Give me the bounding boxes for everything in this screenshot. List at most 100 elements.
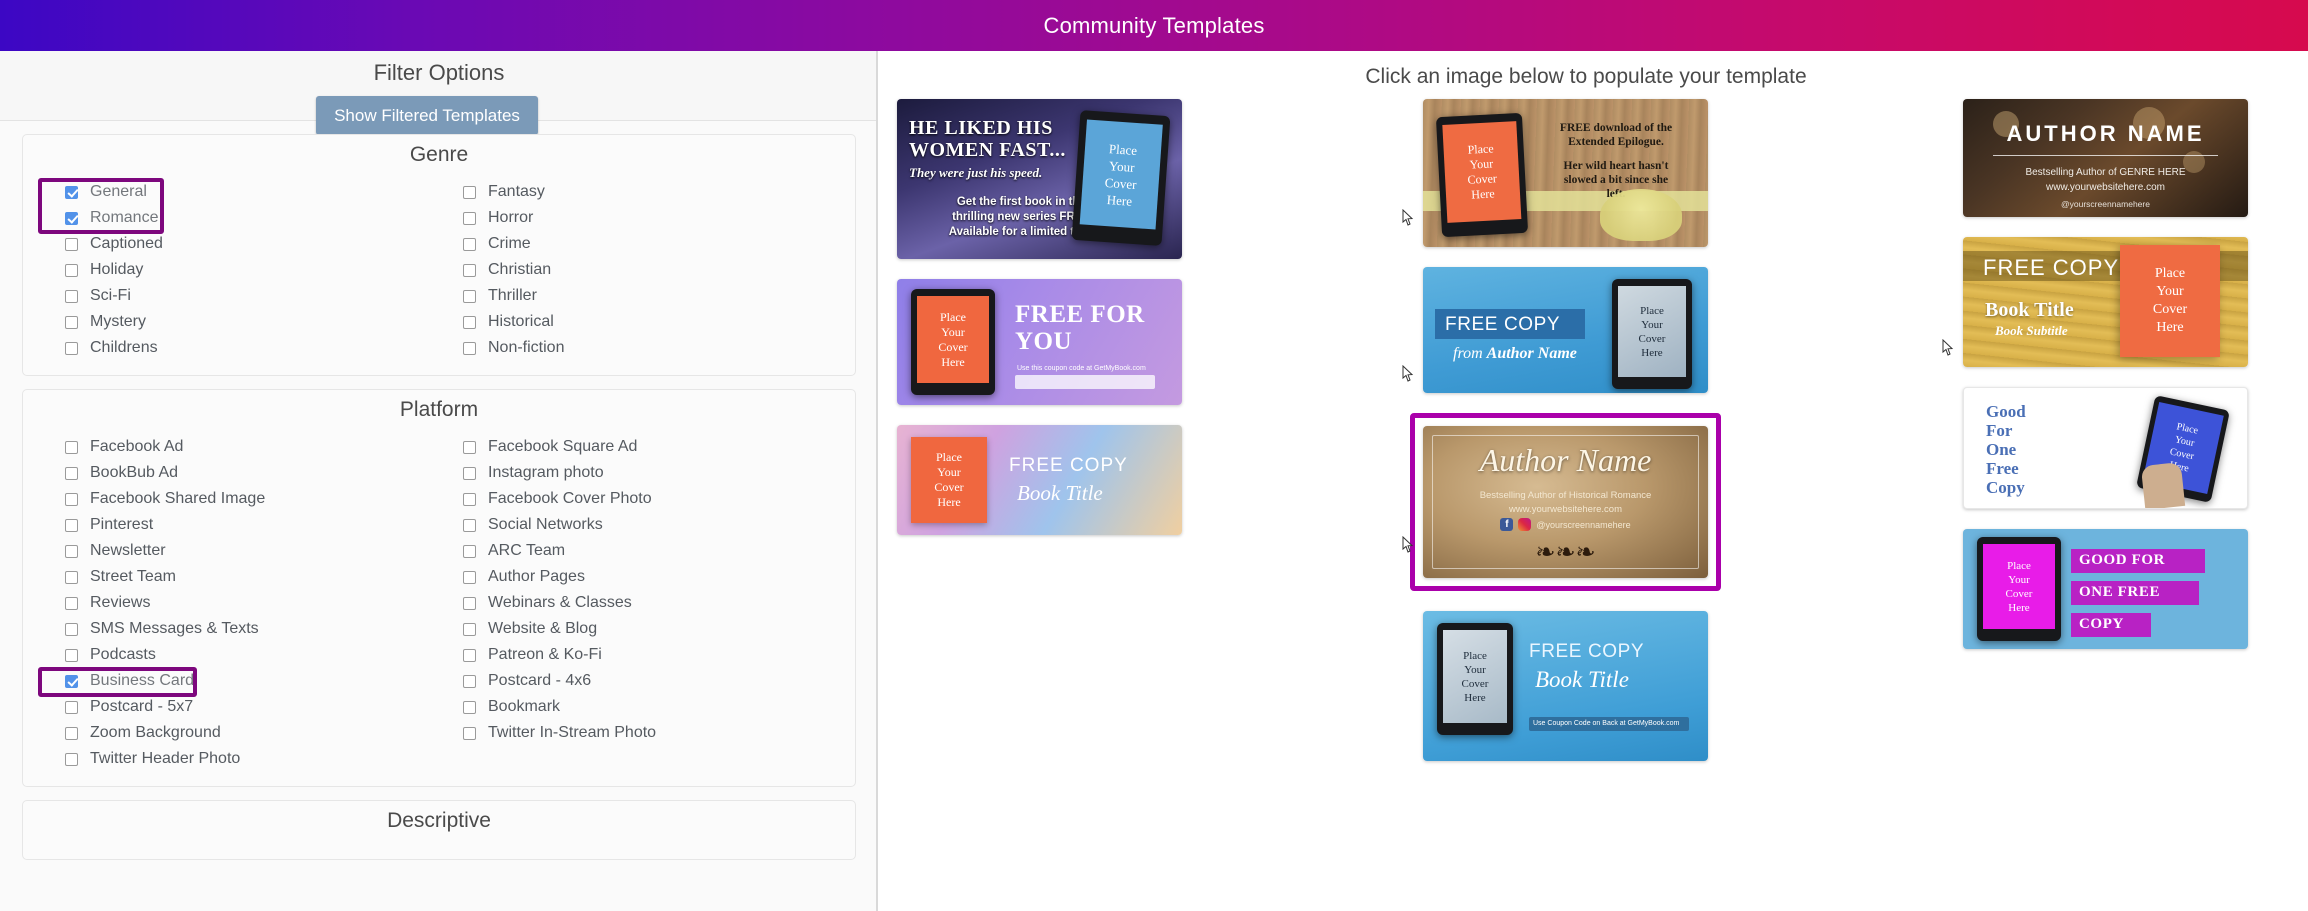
show-filtered-templates-button[interactable]: Show Filtered Templates bbox=[316, 96, 538, 135]
template-card-author-name-parchment-selected[interactable]: Author Name Bestselling Author of Histor… bbox=[1402, 413, 1721, 591]
checkbox-unchecked-icon[interactable] bbox=[65, 570, 78, 584]
checkbox-unchecked-icon[interactable] bbox=[65, 263, 78, 277]
checkbox-unchecked-icon[interactable] bbox=[65, 237, 78, 251]
checkbox-unchecked-icon[interactable] bbox=[65, 518, 78, 532]
checkbox-unchecked-icon[interactable] bbox=[65, 700, 78, 714]
checkbox-unchecked-icon[interactable] bbox=[463, 185, 476, 199]
checkbox-unchecked-icon[interactable] bbox=[463, 237, 476, 251]
checkbox-row-webinars-classes[interactable]: Webinars & Classes bbox=[439, 590, 837, 616]
checkbox-unchecked-icon[interactable] bbox=[463, 596, 476, 610]
checkbox-unchecked-icon[interactable] bbox=[463, 622, 476, 636]
checkbox-row-postcard-5x7[interactable]: Postcard - 5x7 bbox=[41, 694, 439, 720]
checkbox-unchecked-icon[interactable] bbox=[463, 674, 476, 688]
checkbox-row-bookbub-ad[interactable]: BookBub Ad bbox=[41, 460, 439, 486]
template-thumbnail[interactable]: HE LIKED HIS WOMEN FAST... They were just… bbox=[897, 99, 1182, 259]
checkbox-unchecked-icon[interactable] bbox=[463, 263, 476, 277]
checkbox-row-patreon-ko-fi[interactable]: Patreon & Ko-Fi bbox=[439, 642, 837, 668]
checkbox-row-horror[interactable]: Horror bbox=[439, 205, 837, 231]
checkbox-row-captioned[interactable]: Captioned bbox=[41, 231, 439, 257]
checkbox-unchecked-icon[interactable] bbox=[463, 518, 476, 532]
template-thumbnail[interactable]: Place Your Cover Here GOOD FOR ONE FREE COP… bbox=[1963, 529, 2248, 649]
checkbox-unchecked-icon[interactable] bbox=[65, 752, 78, 766]
checkbox-unchecked-icon[interactable] bbox=[65, 341, 78, 355]
checkbox-row-twitter-header-photo[interactable]: Twitter Header Photo bbox=[41, 746, 439, 772]
checkbox-unchecked-icon[interactable] bbox=[65, 440, 78, 454]
checkbox-row-general[interactable]: General bbox=[41, 179, 439, 205]
checkbox-row-christian[interactable]: Christian bbox=[439, 257, 837, 283]
checkbox-row-social-networks[interactable]: Social Networks bbox=[439, 512, 837, 538]
checkbox-row-street-team[interactable]: Street Team bbox=[41, 564, 439, 590]
checkbox-row-author-pages[interactable]: Author Pages bbox=[439, 564, 837, 590]
template-thumbnail[interactable]: GoodForOneFreeCopy PlaceYourCoverHere bbox=[1963, 387, 2248, 509]
template-card-free-copy-yellow-wood[interactable]: FREE COPY Book Title Book Subtitle Place… bbox=[1942, 237, 2248, 367]
checkbox-unchecked-icon[interactable] bbox=[463, 211, 476, 225]
template-thumbnail[interactable]: Place Your Cover Here FREE COPY Book Title … bbox=[1423, 611, 1708, 761]
checkbox-checked-icon[interactable] bbox=[65, 211, 78, 225]
checkbox-row-crime[interactable]: Crime bbox=[439, 231, 837, 257]
template-card-he-liked-his-women-fast[interactable]: HE LIKED HIS WOMEN FAST... They were just… bbox=[897, 99, 1182, 259]
template-card-free-copy-book-title-blue[interactable]: Place Your Cover Here FREE COPY Book Title … bbox=[1423, 611, 1708, 761]
checkbox-row-newsletter[interactable]: Newsletter bbox=[41, 538, 439, 564]
checkbox-row-pinterest[interactable]: Pinterest bbox=[41, 512, 439, 538]
template-thumbnail[interactable]: AUTHOR NAME Bestselling Author of GENRE … bbox=[1963, 99, 2248, 217]
checkbox-unchecked-icon[interactable] bbox=[463, 492, 476, 506]
checkbox-row-postcard-4x6[interactable]: Postcard - 4x6 bbox=[439, 668, 837, 694]
checkbox-row-thriller[interactable]: Thriller bbox=[439, 283, 837, 309]
template-thumbnail[interactable]: FREE COPY Book Title Book Subtitle Place… bbox=[1963, 237, 2248, 367]
checkbox-row-facebook-ad[interactable]: Facebook Ad bbox=[41, 434, 439, 460]
checkbox-row-facebook-cover-photo[interactable]: Facebook Cover Photo bbox=[439, 486, 837, 512]
checkbox-checked-icon[interactable] bbox=[65, 185, 78, 199]
checkbox-row-historical[interactable]: Historical bbox=[439, 309, 837, 335]
checkbox-unchecked-icon[interactable] bbox=[65, 315, 78, 329]
checkbox-row-facebook-square-ad[interactable]: Facebook Square Ad bbox=[439, 434, 837, 460]
checkbox-row-non-fiction[interactable]: Non-fiction bbox=[439, 335, 837, 361]
checkbox-unchecked-icon[interactable] bbox=[463, 544, 476, 558]
checkbox-unchecked-icon[interactable] bbox=[463, 466, 476, 480]
template-card-good-for-one-free-copy-blue[interactable]: Place Your Cover Here GOOD FOR ONE FREE COP… bbox=[1963, 529, 2248, 649]
checkbox-unchecked-icon[interactable] bbox=[65, 596, 78, 610]
checkbox-row-website-blog[interactable]: Website & Blog bbox=[439, 616, 837, 642]
checkbox-row-bookmark[interactable]: Bookmark bbox=[439, 694, 837, 720]
checkbox-unchecked-icon[interactable] bbox=[65, 544, 78, 558]
checkbox-row-fantasy[interactable]: Fantasy bbox=[439, 179, 837, 205]
checkbox-row-holiday[interactable]: Holiday bbox=[41, 257, 439, 283]
template-card-author-name-bokeh[interactable]: AUTHOR NAME Bestselling Author of GENRE … bbox=[1963, 99, 2248, 217]
checkbox-unchecked-icon[interactable] bbox=[65, 648, 78, 662]
checkbox-row-instagram-photo[interactable]: Instagram photo bbox=[439, 460, 837, 486]
checkbox-row-zoom-background[interactable]: Zoom Background bbox=[41, 720, 439, 746]
checkbox-row-sci-fi[interactable]: Sci-Fi bbox=[41, 283, 439, 309]
template-card-good-for-one-free-copy-white[interactable]: GoodForOneFreeCopy PlaceYourCoverHere bbox=[1963, 387, 2248, 509]
template-thumbnail[interactable]: FREE COPY from Author Name Place Your Cove… bbox=[1423, 267, 1708, 393]
checkbox-unchecked-icon[interactable] bbox=[65, 622, 78, 636]
checkbox-row-childrens[interactable]: Childrens bbox=[41, 335, 439, 361]
checkbox-checked-icon[interactable] bbox=[65, 674, 78, 688]
checkbox-unchecked-icon[interactable] bbox=[463, 289, 476, 303]
checkbox-row-sms-messages-texts[interactable]: SMS Messages & Texts bbox=[41, 616, 439, 642]
checkbox-unchecked-icon[interactable] bbox=[65, 726, 78, 740]
checkbox-unchecked-icon[interactable] bbox=[463, 341, 476, 355]
checkbox-row-mystery[interactable]: Mystery bbox=[41, 309, 439, 335]
checkbox-unchecked-icon[interactable] bbox=[463, 570, 476, 584]
checkbox-unchecked-icon[interactable] bbox=[463, 726, 476, 740]
checkbox-row-podcasts[interactable]: Podcasts bbox=[41, 642, 439, 668]
checkbox-unchecked-icon[interactable] bbox=[463, 700, 476, 714]
template-thumbnail[interactable]: Place Your Cover Here FREE download of the E… bbox=[1423, 99, 1708, 247]
template-card-free-for-you-purple[interactable]: Place Your Cover Here FREE FOR YOU Use this … bbox=[897, 279, 1182, 405]
checkbox-unchecked-icon[interactable] bbox=[65, 289, 78, 303]
checkbox-row-business-card[interactable]: Business Card bbox=[41, 668, 439, 694]
template-card-free-copy-watercolor[interactable]: Place Your Cover Here FREE COPY Book Title bbox=[897, 425, 1182, 535]
checkbox-unchecked-icon[interactable] bbox=[65, 466, 78, 480]
checkbox-unchecked-icon[interactable] bbox=[463, 440, 476, 454]
checkbox-row-facebook-shared-image[interactable]: Facebook Shared Image bbox=[41, 486, 439, 512]
checkbox-unchecked-icon[interactable] bbox=[65, 492, 78, 506]
checkbox-row-romance[interactable]: Romance bbox=[41, 205, 439, 231]
template-thumbnail[interactable]: Author Name Bestselling Author of Histor… bbox=[1423, 426, 1708, 578]
checkbox-unchecked-icon[interactable] bbox=[463, 648, 476, 662]
template-thumbnail[interactable]: Place Your Cover Here FREE COPY Book Title bbox=[897, 425, 1182, 535]
checkbox-row-arc-team[interactable]: ARC Team bbox=[439, 538, 837, 564]
checkbox-unchecked-icon[interactable] bbox=[463, 315, 476, 329]
template-card-free-copy-from-author-name[interactable]: FREE COPY from Author Name Place Your Cove… bbox=[1402, 267, 1708, 393]
template-thumbnail[interactable]: Place Your Cover Here FREE FOR YOU Use this … bbox=[897, 279, 1182, 405]
checkbox-row-reviews[interactable]: Reviews bbox=[41, 590, 439, 616]
template-card-extended-epilogue[interactable]: Place Your Cover Here FREE download of the E… bbox=[1402, 99, 1708, 247]
